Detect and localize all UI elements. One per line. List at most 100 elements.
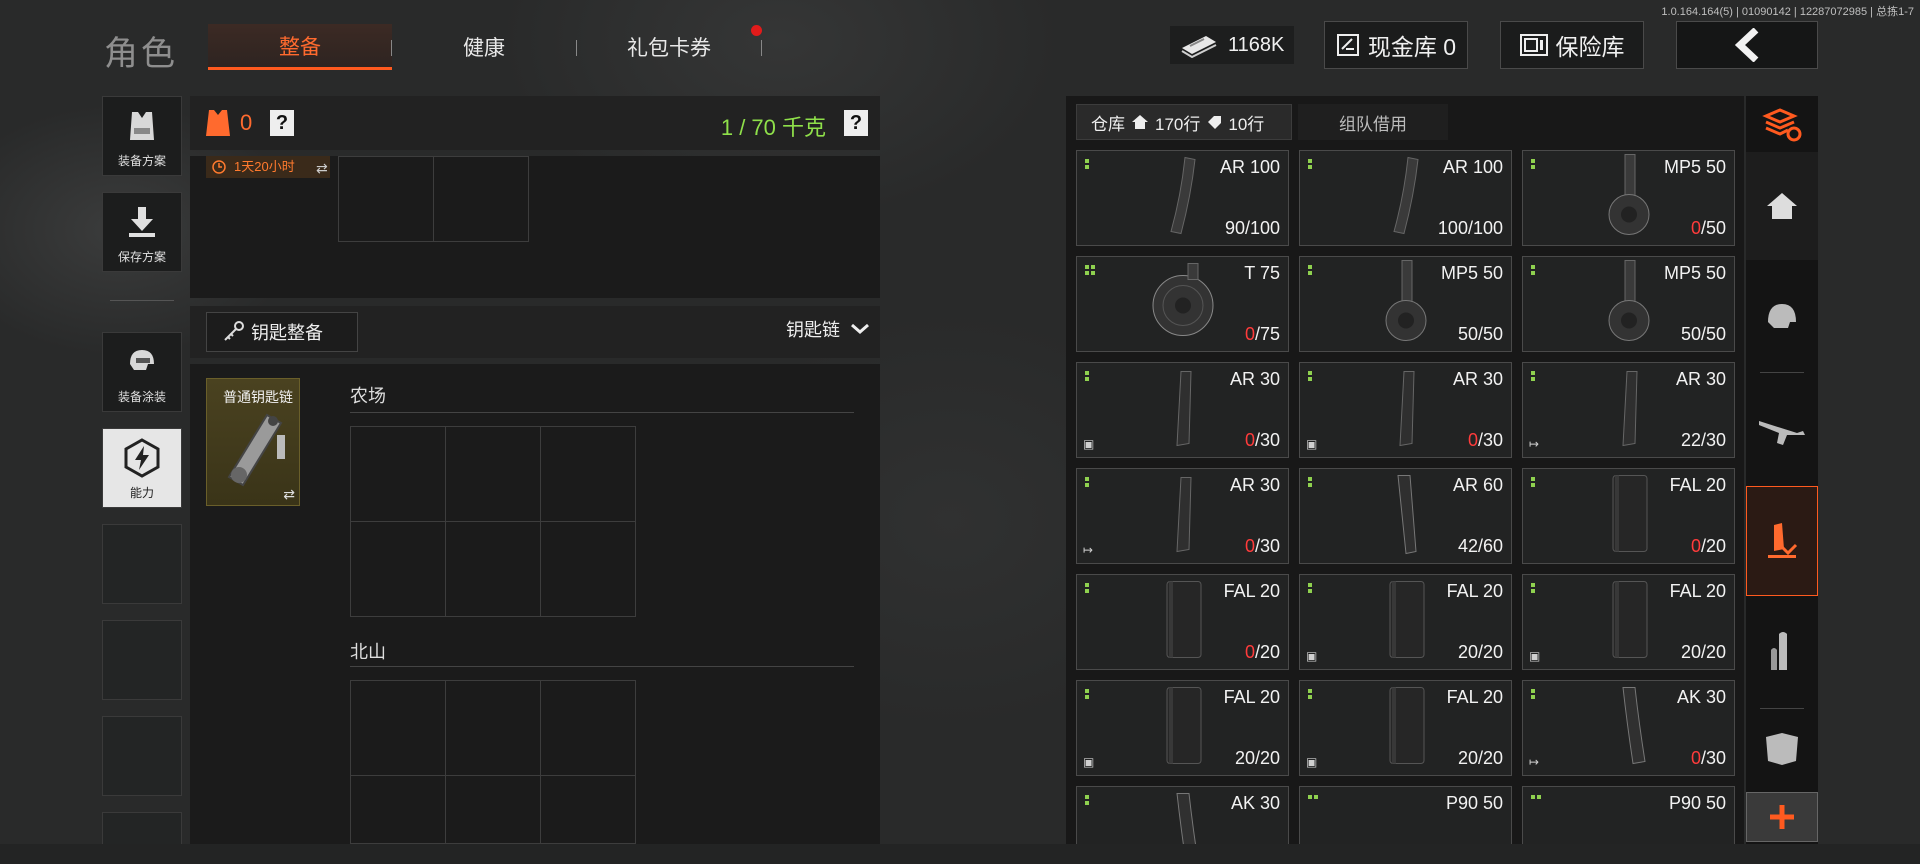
key-slot[interactable]: [540, 680, 636, 776]
inventory-item[interactable]: FAL 20 20/20 ▣: [1522, 574, 1735, 670]
magazine-icon: [1376, 259, 1436, 350]
item-name: FAL 20: [1223, 687, 1280, 707]
inventory-item[interactable]: AR 30 0/30 ↦: [1076, 468, 1289, 564]
save-plan-label: 保存方案: [117, 250, 166, 264]
key-slot[interactable]: [445, 426, 541, 522]
keychain-item-slot[interactable]: 普通钥匙链 ⇄: [206, 378, 300, 506]
key-slot[interactable]: [350, 521, 446, 617]
home-icon: [1767, 193, 1797, 219]
item-count: 90/100: [1224, 218, 1280, 238]
key-slot[interactable]: [540, 521, 636, 617]
keychain-loadout-button[interactable]: 钥匙整备: [206, 312, 358, 352]
cube-icon: ▣: [1306, 755, 1318, 769]
timer-text: 1天20小时: [234, 159, 295, 174]
item-name: FAL 20: [1669, 581, 1726, 601]
empty-sidebar-slot: [102, 524, 182, 604]
home-tab[interactable]: [1746, 152, 1818, 260]
ammo-tab[interactable]: [1746, 486, 1818, 596]
item-name: MP5 50: [1440, 263, 1503, 283]
inventory-item[interactable]: AR 60 42/60: [1299, 468, 1512, 564]
inventory-item[interactable]: FAL 20 0/20: [1076, 574, 1289, 670]
grid-cell[interactable]: [338, 156, 434, 242]
rarity-dots: [1308, 371, 1318, 381]
tab-equip[interactable]: 整备: [208, 24, 392, 70]
cash-vault-button[interactable]: 现金库 0: [1324, 21, 1468, 69]
item-count: 0/75: [1244, 324, 1280, 344]
rarity-dots: [1531, 689, 1541, 699]
inventory-item[interactable]: MP5 50 0/50: [1522, 150, 1735, 246]
section-divider: [350, 666, 854, 667]
inventory-item[interactable]: AR 30 22/30 ↦: [1522, 362, 1735, 458]
magazine-icon: [1161, 578, 1205, 667]
weapon-tab[interactable]: [1746, 376, 1818, 484]
magazine-icon: [1607, 578, 1651, 667]
safe-button[interactable]: 保险库: [1500, 21, 1644, 69]
stack-refresh-tab[interactable]: [1746, 100, 1818, 150]
tab-divider: [1760, 708, 1804, 709]
armor-help-button[interactable]: ?: [270, 110, 294, 136]
armor-plate-tab[interactable]: [1746, 712, 1818, 786]
cube-icon: ▣: [1083, 755, 1095, 769]
keychain-area: 普通钥匙链 ⇄ 农场 北山: [190, 364, 880, 844]
rarity-dots: [1085, 795, 1095, 805]
rarity-dots: [1531, 265, 1541, 275]
key-slot[interactable]: [350, 680, 446, 776]
inventory-item[interactable]: FAL 20 20/20 ▣: [1299, 574, 1512, 670]
swap-icon[interactable]: ⇄: [316, 160, 328, 177]
item-name: P90 50: [1668, 793, 1726, 813]
inventory-item[interactable]: AK 30 0/30 ↦: [1522, 680, 1735, 776]
inventory-item[interactable]: AR 30 0/30 ▣: [1299, 362, 1512, 458]
storage-tab[interactable]: 仓库 170行 10行: [1076, 104, 1292, 140]
key-slot[interactable]: [540, 775, 636, 844]
magazine-icon: [1163, 156, 1203, 241]
helmet-tab[interactable]: [1746, 262, 1818, 370]
inventory-item[interactable]: FAL 20 20/20 ▣: [1076, 680, 1289, 776]
swap-icon[interactable]: ⇄: [283, 486, 295, 503]
loadout-plan-button[interactable]: 装备方案: [102, 96, 182, 176]
bullet-tab[interactable]: [1746, 598, 1818, 706]
armor-icon: [206, 110, 230, 136]
item-name: MP5 50: [1663, 263, 1726, 283]
inventory-item[interactable]: T 75 0/75: [1076, 256, 1289, 352]
equipment-paint-button[interactable]: 装备涂装: [102, 332, 182, 412]
item-name: FAL 20: [1446, 687, 1503, 707]
weight-help-button[interactable]: ?: [844, 110, 868, 136]
key-slot[interactable]: [445, 680, 541, 776]
rarity-dots: [1531, 159, 1541, 169]
team-borrow-tab[interactable]: 组队借用: [1298, 104, 1448, 140]
keychain-dropdown[interactable]: 钥匙链: [786, 316, 870, 342]
version-text: 1.0.164.164(5) | 01090142 | 12287072985 …: [1661, 6, 1914, 18]
inventory-item[interactable]: FAL 20 0/20: [1522, 468, 1735, 564]
inventory-item[interactable]: FAL 20 20/20 ▣: [1299, 680, 1512, 776]
tab-gift-cards[interactable]: 礼包卡券: [576, 24, 762, 70]
item-name: FAL 20: [1446, 581, 1503, 601]
vault-icon: [1336, 34, 1359, 56]
keychain-item-icon: [227, 413, 285, 487]
inventory-item[interactable]: AR 100 90/100: [1076, 150, 1289, 246]
magazine-icon: [1386, 368, 1426, 453]
item-count: 0/30: [1690, 748, 1726, 768]
key-slot[interactable]: [540, 426, 636, 522]
item-count: 0/30: [1244, 430, 1280, 450]
back-button[interactable]: [1676, 21, 1818, 69]
keychain-dropdown-label: 钥匙链: [786, 320, 840, 340]
magazine-icon: [1163, 474, 1203, 559]
tab-health[interactable]: 健康: [392, 24, 576, 70]
key-slot[interactable]: [445, 521, 541, 617]
inventory-item[interactable]: AR 100 100/100: [1299, 150, 1512, 246]
ability-button[interactable]: 能力: [102, 428, 182, 508]
add-button[interactable]: [1746, 792, 1818, 842]
save-plan-button[interactable]: 保存方案: [102, 192, 182, 272]
inventory-item[interactable]: MP5 50 50/50: [1522, 256, 1735, 352]
key-slot[interactable]: [445, 775, 541, 844]
grid-cell[interactable]: [433, 156, 529, 242]
key-slot[interactable]: [350, 775, 446, 844]
key-slot[interactable]: [350, 426, 446, 522]
item-count: 0/50: [1690, 218, 1726, 238]
inventory-item[interactable]: AR 30 0/30 ▣: [1076, 362, 1289, 458]
cube-icon: ▣: [1306, 649, 1318, 663]
inventory-item[interactable]: MP5 50 50/50: [1299, 256, 1512, 352]
armor-count: 0: [240, 110, 253, 135]
download-icon: [122, 202, 162, 242]
item-count: 20/20: [1680, 642, 1726, 662]
